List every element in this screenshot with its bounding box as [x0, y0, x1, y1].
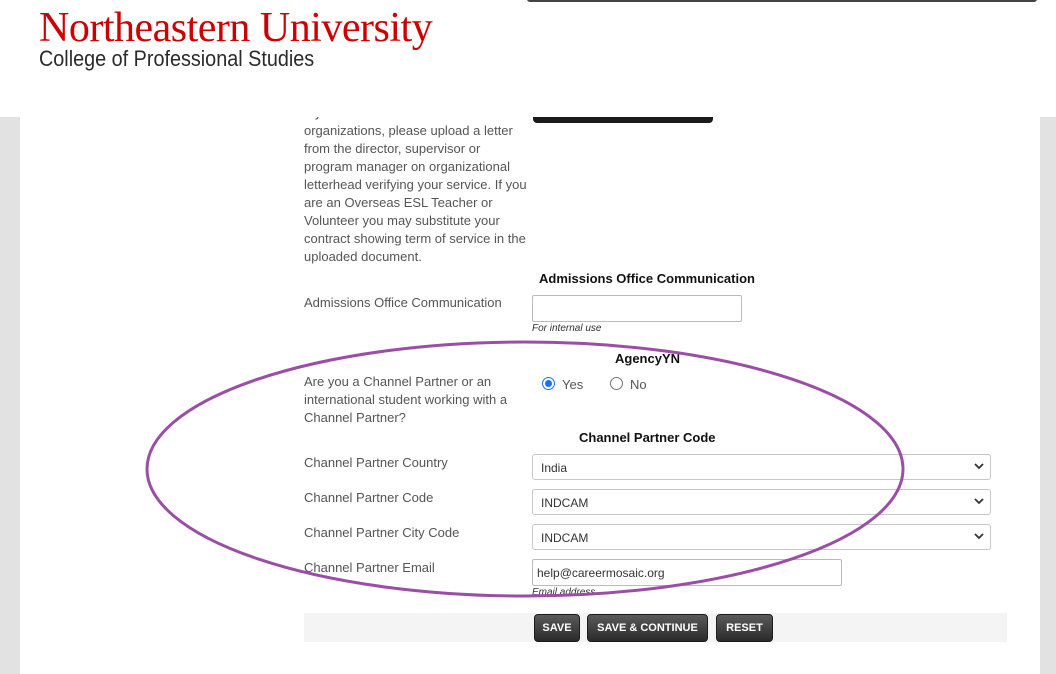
- channel-partner-section-title: Channel Partner Code: [579, 430, 716, 445]
- country-select[interactable]: India: [532, 454, 991, 480]
- admissions-section-title: Admissions Office Communication: [539, 271, 755, 286]
- admissions-label: Admissions Office Communication: [304, 295, 502, 310]
- country-label: Channel Partner Country: [304, 455, 448, 470]
- radio-yes-label[interactable]: Yes: [562, 377, 583, 392]
- upload-button[interactable]: [533, 117, 713, 123]
- top-nav-edge: [527, 0, 1037, 2]
- email-label: Channel Partner Email: [304, 560, 435, 575]
- city-code-label: Channel Partner City Code: [304, 525, 460, 540]
- code-select[interactable]: INDCAM: [532, 489, 991, 515]
- email-hint: Email address: [532, 587, 596, 598]
- chevron-down-icon: [974, 498, 984, 505]
- chevron-down-icon: [974, 533, 984, 540]
- radio-no[interactable]: [610, 377, 623, 390]
- full-circle-help-text: If you are a member of Full Circle organ…: [304, 117, 527, 264]
- reset-button[interactable]: RESET: [716, 614, 773, 642]
- city-code-select-value: INDCAM: [541, 531, 589, 545]
- channel-partner-email-input[interactable]: [532, 559, 842, 586]
- chevron-down-icon: [974, 463, 984, 470]
- admissions-hint: For internal use: [532, 323, 602, 334]
- application-form: If you are a member of Full Circle organ…: [20, 117, 1040, 674]
- agency-section-title: AgencyYN: [615, 351, 681, 366]
- site-header: Northeastern University College of Profe…: [0, 0, 1056, 117]
- code-label: Channel Partner Code: [304, 490, 434, 505]
- city-code-select[interactable]: INDCAM: [532, 524, 991, 550]
- channel-partner-question: Are you a Channel Partner or an internat…: [304, 374, 508, 425]
- code-select-value: INDCAM: [541, 496, 589, 510]
- save-continue-button[interactable]: SAVE & CONTINUE: [587, 614, 708, 642]
- radio-no-label[interactable]: No: [630, 377, 647, 392]
- college-name: College of Professional Studies: [39, 46, 315, 71]
- admissions-communication-input[interactable]: [532, 295, 742, 322]
- save-button[interactable]: SAVE: [534, 614, 580, 642]
- radio-yes[interactable]: [542, 377, 555, 390]
- university-logo-text[interactable]: Northeastern University: [39, 4, 433, 52]
- country-select-value: India: [541, 461, 568, 475]
